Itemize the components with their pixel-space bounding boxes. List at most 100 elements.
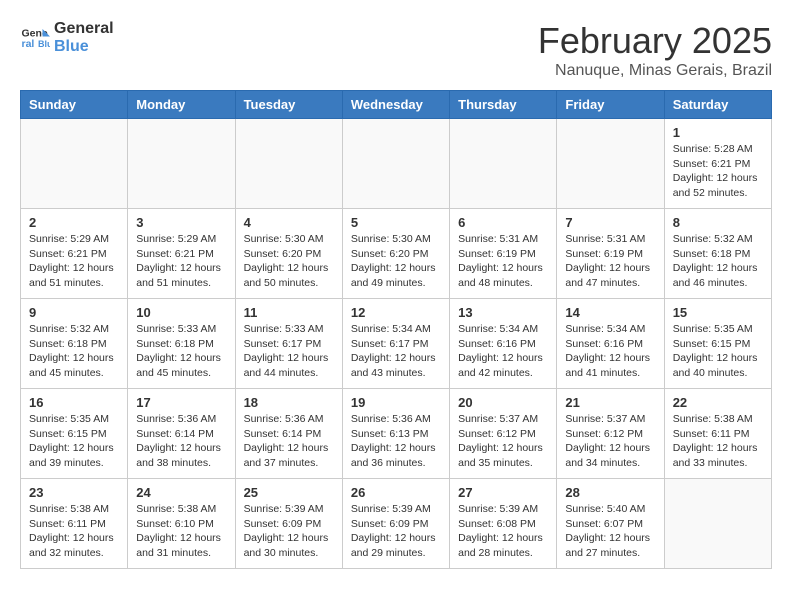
- day-info: Sunrise: 5:29 AM Sunset: 6:21 PM Dayligh…: [136, 232, 226, 291]
- day-number: 24: [136, 485, 226, 500]
- page-header: Gene ral Blue General Blue February 2025…: [20, 20, 772, 80]
- day-info: Sunrise: 5:30 AM Sunset: 6:20 PM Dayligh…: [351, 232, 441, 291]
- logo-line2: Blue: [54, 38, 114, 56]
- day-cell: [21, 119, 128, 209]
- day-number: 10: [136, 305, 226, 320]
- day-cell: 3 Sunrise: 5:29 AM Sunset: 6:21 PM Daylig…: [128, 209, 235, 299]
- day-number: 21: [565, 395, 655, 410]
- day-info: Sunrise: 5:34 AM Sunset: 6:17 PM Dayligh…: [351, 322, 441, 381]
- day-cell: 24 Sunrise: 5:38 AM Sunset: 6:10 PM Dayli…: [128, 479, 235, 569]
- day-cell: 22Sunrise: 5:38 AM Sunset: 6:11 PM Dayli…: [664, 389, 771, 479]
- day-cell: 8 Sunrise: 5:32 AM Sunset: 6:18 PM Daylig…: [664, 209, 771, 299]
- day-number: 20: [458, 395, 548, 410]
- day-number: 14: [565, 305, 655, 320]
- weekday-header-monday: Monday: [128, 91, 235, 119]
- day-info: Sunrise: 5:39 AM Sunset: 6:08 PM Dayligh…: [458, 502, 548, 561]
- day-cell: 4 Sunrise: 5:30 AM Sunset: 6:20 PM Daylig…: [235, 209, 342, 299]
- day-number: 4: [244, 215, 334, 230]
- day-info: Sunrise: 5:32 AM Sunset: 6:18 PM Dayligh…: [673, 232, 763, 291]
- day-cell: 21 Sunrise: 5:37 AM Sunset: 6:12 PM Dayli…: [557, 389, 664, 479]
- week-row-3: 16 Sunrise: 5:35 AM Sunset: 6:15 PM Dayli…: [21, 389, 772, 479]
- day-info: Sunrise: 5:31 AM Sunset: 6:19 PM Dayligh…: [458, 232, 548, 291]
- day-cell: 15Sunrise: 5:35 AM Sunset: 6:15 PM Dayli…: [664, 299, 771, 389]
- day-cell: 28 Sunrise: 5:40 AM Sunset: 6:07 PM Dayli…: [557, 479, 664, 569]
- svg-text:Blue: Blue: [38, 39, 50, 49]
- day-number: 6: [458, 215, 548, 230]
- day-info: Sunrise: 5:38 AM Sunset: 6:11 PM Dayligh…: [29, 502, 119, 561]
- calendar-table: SundayMondayTuesdayWednesdayThursdayFrid…: [20, 90, 772, 569]
- day-number: 25: [244, 485, 334, 500]
- day-cell: 2 Sunrise: 5:29 AM Sunset: 6:21 PM Daylig…: [21, 209, 128, 299]
- day-info: Sunrise: 5:34 AM Sunset: 6:16 PM Dayligh…: [458, 322, 548, 381]
- weekday-header-friday: Friday: [557, 91, 664, 119]
- weekday-header-row: SundayMondayTuesdayWednesdayThursdayFrid…: [21, 91, 772, 119]
- day-cell: 26 Sunrise: 5:39 AM Sunset: 6:09 PM Dayli…: [342, 479, 449, 569]
- day-cell: 20 Sunrise: 5:37 AM Sunset: 6:12 PM Dayli…: [450, 389, 557, 479]
- day-cell: 25 Sunrise: 5:39 AM Sunset: 6:09 PM Dayli…: [235, 479, 342, 569]
- day-info: Sunrise: 5:36 AM Sunset: 6:14 PM Dayligh…: [244, 412, 334, 471]
- day-cell: 13Sunrise: 5:34 AM Sunset: 6:16 PM Dayli…: [450, 299, 557, 389]
- weekday-header-thursday: Thursday: [450, 91, 557, 119]
- day-cell: 1 Sunrise: 5:28 AM Sunset: 6:21 PM Daylig…: [664, 119, 771, 209]
- day-info: Sunrise: 5:33 AM Sunset: 6:18 PM Dayligh…: [136, 322, 226, 381]
- day-info: Sunrise: 5:37 AM Sunset: 6:12 PM Dayligh…: [565, 412, 655, 471]
- day-number: 22: [673, 395, 763, 410]
- week-row-2: 9Sunrise: 5:32 AM Sunset: 6:18 PM Daylig…: [21, 299, 772, 389]
- day-info: Sunrise: 5:36 AM Sunset: 6:14 PM Dayligh…: [136, 412, 226, 471]
- day-cell: [235, 119, 342, 209]
- day-number: 7: [565, 215, 655, 230]
- day-cell: 12Sunrise: 5:34 AM Sunset: 6:17 PM Dayli…: [342, 299, 449, 389]
- day-info: Sunrise: 5:33 AM Sunset: 6:17 PM Dayligh…: [244, 322, 334, 381]
- day-cell: 17 Sunrise: 5:36 AM Sunset: 6:14 PM Dayli…: [128, 389, 235, 479]
- day-cell: 27Sunrise: 5:39 AM Sunset: 6:08 PM Dayli…: [450, 479, 557, 569]
- day-number: 5: [351, 215, 441, 230]
- day-info: Sunrise: 5:37 AM Sunset: 6:12 PM Dayligh…: [458, 412, 548, 471]
- week-row-0: 1 Sunrise: 5:28 AM Sunset: 6:21 PM Daylig…: [21, 119, 772, 209]
- logo-line1: General: [54, 20, 114, 38]
- day-number: 18: [244, 395, 334, 410]
- week-row-4: 23 Sunrise: 5:38 AM Sunset: 6:11 PM Dayli…: [21, 479, 772, 569]
- day-number: 17: [136, 395, 226, 410]
- day-cell: 7 Sunrise: 5:31 AM Sunset: 6:19 PM Daylig…: [557, 209, 664, 299]
- day-info: Sunrise: 5:31 AM Sunset: 6:19 PM Dayligh…: [565, 232, 655, 291]
- day-info: Sunrise: 5:35 AM Sunset: 6:15 PM Dayligh…: [29, 412, 119, 471]
- logo: Gene ral Blue General Blue: [20, 20, 114, 55]
- day-number: 28: [565, 485, 655, 500]
- weekday-header-saturday: Saturday: [664, 91, 771, 119]
- calendar-title-area: February 2025 Nanuque, Minas Gerais, Bra…: [538, 20, 772, 80]
- day-number: 26: [351, 485, 441, 500]
- week-row-1: 2 Sunrise: 5:29 AM Sunset: 6:21 PM Daylig…: [21, 209, 772, 299]
- day-info: Sunrise: 5:39 AM Sunset: 6:09 PM Dayligh…: [351, 502, 441, 561]
- weekday-header-sunday: Sunday: [21, 91, 128, 119]
- day-cell: 6 Sunrise: 5:31 AM Sunset: 6:19 PM Daylig…: [450, 209, 557, 299]
- day-info: Sunrise: 5:34 AM Sunset: 6:16 PM Dayligh…: [565, 322, 655, 381]
- day-info: Sunrise: 5:39 AM Sunset: 6:09 PM Dayligh…: [244, 502, 334, 561]
- day-cell: [128, 119, 235, 209]
- day-number: 8: [673, 215, 763, 230]
- weekday-header-tuesday: Tuesday: [235, 91, 342, 119]
- logo-icon: Gene ral Blue: [20, 23, 50, 53]
- day-cell: 14 Sunrise: 5:34 AM Sunset: 6:16 PM Dayli…: [557, 299, 664, 389]
- day-number: 9: [29, 305, 119, 320]
- day-number: 3: [136, 215, 226, 230]
- day-number: 2: [29, 215, 119, 230]
- day-number: 11: [244, 305, 334, 320]
- day-info: Sunrise: 5:40 AM Sunset: 6:07 PM Dayligh…: [565, 502, 655, 561]
- day-info: Sunrise: 5:29 AM Sunset: 6:21 PM Dayligh…: [29, 232, 119, 291]
- day-cell: 23 Sunrise: 5:38 AM Sunset: 6:11 PM Dayli…: [21, 479, 128, 569]
- day-cell: 16 Sunrise: 5:35 AM Sunset: 6:15 PM Dayli…: [21, 389, 128, 479]
- day-cell: 11 Sunrise: 5:33 AM Sunset: 6:17 PM Dayli…: [235, 299, 342, 389]
- day-cell: 10 Sunrise: 5:33 AM Sunset: 6:18 PM Dayli…: [128, 299, 235, 389]
- day-info: Sunrise: 5:35 AM Sunset: 6:15 PM Dayligh…: [673, 322, 763, 381]
- day-cell: [557, 119, 664, 209]
- day-number: 1: [673, 125, 763, 140]
- day-number: 16: [29, 395, 119, 410]
- day-info: Sunrise: 5:30 AM Sunset: 6:20 PM Dayligh…: [244, 232, 334, 291]
- day-info: Sunrise: 5:28 AM Sunset: 6:21 PM Dayligh…: [673, 142, 763, 201]
- day-cell: 18 Sunrise: 5:36 AM Sunset: 6:14 PM Dayli…: [235, 389, 342, 479]
- day-cell: [450, 119, 557, 209]
- day-number: 19: [351, 395, 441, 410]
- day-info: Sunrise: 5:38 AM Sunset: 6:10 PM Dayligh…: [136, 502, 226, 561]
- weekday-header-wednesday: Wednesday: [342, 91, 449, 119]
- day-number: 23: [29, 485, 119, 500]
